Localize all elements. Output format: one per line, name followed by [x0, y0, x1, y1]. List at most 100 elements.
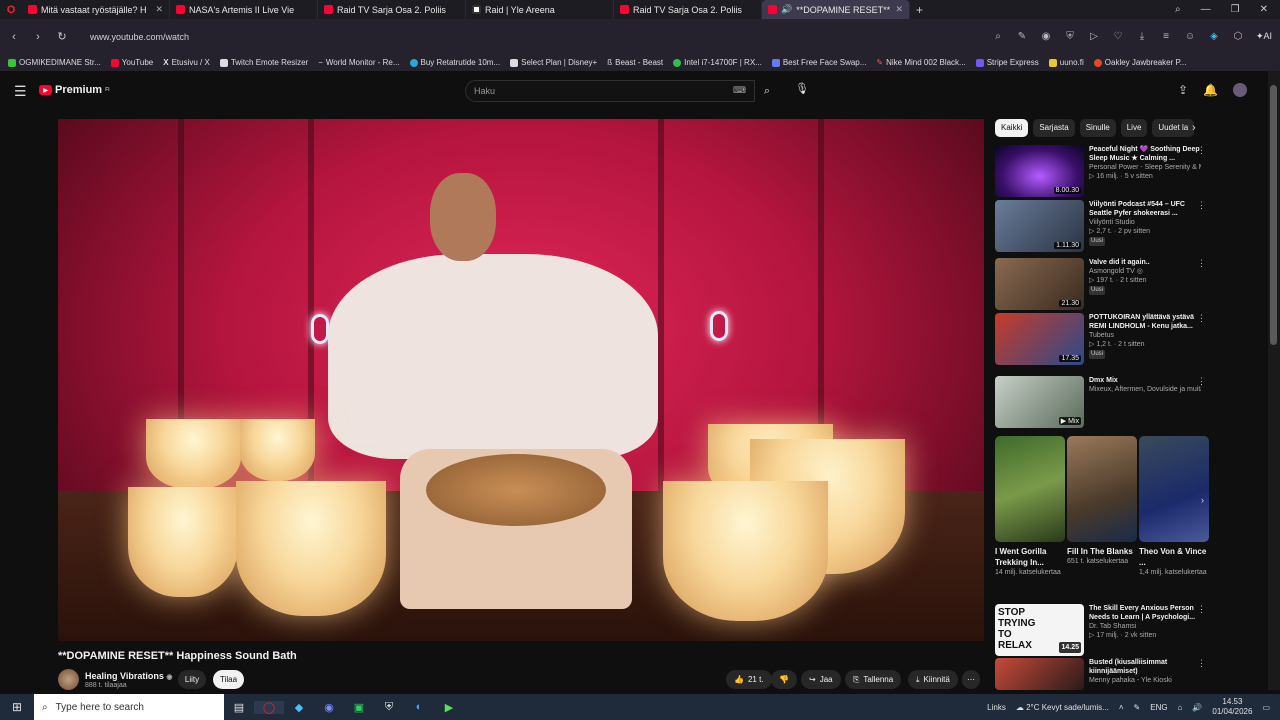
clock[interactable]: 14.53 01/04/2026: [1212, 697, 1252, 717]
short-title[interactable]: I Went Gorilla Trekking In...: [995, 546, 1065, 568]
heart-icon[interactable]: ♡: [1112, 31, 1124, 42]
short-item[interactable]: I Went Gorilla Trekking In... 14 milj. k…: [995, 436, 1065, 578]
upload-icon[interactable]: ⇪: [1178, 83, 1188, 97]
task-view-icon[interactable]: ▤: [224, 701, 254, 714]
recommendation-item[interactable]: Busted (kiusalliisimmat kiinnijäämiset) …: [995, 658, 1210, 690]
taskbar-search-input[interactable]: ⌕ Type here to search: [34, 694, 224, 720]
short-thumbnail[interactable]: [995, 436, 1065, 542]
more-options-icon[interactable]: ⋮: [1197, 200, 1206, 211]
shield-icon[interactable]: ⛨: [1064, 31, 1076, 42]
short-thumbnail[interactable]: [1139, 436, 1209, 542]
media-app-icon[interactable]: ▶: [434, 701, 464, 714]
profile-icon[interactable]: ☺: [1184, 31, 1196, 42]
pen-icon[interactable]: ✎: [1134, 703, 1141, 712]
volume-icon[interactable]: 🔊: [1192, 703, 1202, 712]
browser-tab[interactable]: Raid TV Sarja Osa 2. Poliis: [318, 0, 466, 19]
windows-start-icon[interactable]: ⊞: [0, 700, 34, 714]
more-actions-button[interactable]: ⋯: [962, 670, 980, 689]
bookmark[interactable]: Buy Retatrutide 10m...: [409, 58, 500, 67]
video-thumbnail[interactable]: 17.35: [995, 313, 1084, 365]
bookmark[interactable]: Twitch Emote Resizer: [219, 58, 308, 67]
widgets-app-icon[interactable]: ◆: [284, 701, 314, 714]
pin-button[interactable]: ⤓ Kiinnitä: [908, 670, 958, 689]
extension-icon[interactable]: ◈: [1208, 31, 1220, 42]
network-icon[interactable]: ⌂: [1178, 703, 1183, 712]
video-thumbnail[interactable]: 1.11.30: [995, 200, 1084, 252]
recommendation-item[interactable]: 1.11.30 Viilyönti Podcast #544 – UFC Sea…: [995, 200, 1210, 252]
reload-icon[interactable]: ↻: [56, 30, 68, 43]
dislike-button[interactable]: 👎: [771, 670, 797, 689]
browser-tab[interactable]: Mitä vastaat ryöstäjälle? H ✕: [22, 0, 170, 19]
bookmark[interactable]: uuno.fi: [1048, 58, 1084, 67]
more-options-icon[interactable]: ⋮: [1197, 145, 1206, 156]
join-button[interactable]: Liity: [178, 670, 206, 689]
video-player[interactable]: [58, 119, 984, 641]
more-options-icon[interactable]: ⋮: [1197, 258, 1206, 269]
short-thumbnail[interactable]: [1067, 436, 1137, 542]
browser-tab[interactable]: Raid TV Sarja Osa 2. Poliis: [614, 0, 762, 19]
notification-center-icon[interactable]: ▭: [1262, 703, 1270, 712]
bookmark[interactable]: Stripe Express: [975, 58, 1039, 67]
channel-name[interactable]: Healing Vibrations ◉: [85, 671, 172, 681]
bookmark[interactable]: OGMIKEDIMANE Str...: [8, 58, 101, 67]
minimize-icon[interactable]: —: [1201, 4, 1211, 15]
zoom-icon[interactable]: ⌕: [992, 31, 1004, 42]
rec-channel[interactable]: Viilyönti Studio: [1089, 218, 1201, 227]
notifications-bell-icon[interactable]: 🔔: [1203, 83, 1218, 97]
account-avatar[interactable]: [1233, 83, 1248, 97]
spotify-app-icon[interactable]: ▣: [344, 701, 374, 714]
video-thumbnail[interactable]: 21.30: [995, 258, 1084, 310]
chip-from-series[interactable]: Sarjasta: [1033, 119, 1075, 137]
scrollbar-thumb[interactable]: [1270, 85, 1277, 345]
search-input[interactable]: Haku: [465, 80, 755, 102]
edge-app-icon[interactable]: ◐: [404, 701, 434, 713]
audio-playing-icon[interactable]: 🔊: [781, 4, 792, 15]
share-button[interactable]: ↪ Jaa: [801, 670, 841, 689]
hamburger-menu-icon[interactable]: ☰: [14, 83, 27, 100]
chip-for-you[interactable]: Sinulle: [1079, 119, 1116, 137]
more-options-icon[interactable]: ⋮: [1197, 376, 1206, 387]
close-tab-icon[interactable]: ✕: [155, 4, 163, 15]
bookmark[interactable]: Best Free Face Swap...: [771, 58, 866, 67]
browser-tab[interactable]: NASA's Artemis II Live Vie: [170, 0, 318, 19]
video-thumbnail[interactable]: [995, 658, 1084, 690]
short-item[interactable]: Fill In The Blanks 651 t. katselukertaa: [1067, 436, 1137, 567]
language-indicator[interactable]: ENG: [1150, 703, 1167, 712]
rec-title[interactable]: Busted (kiusalliisimmat kiinnijäämiset): [1089, 658, 1201, 676]
bookmark[interactable]: Select Plan | Disney+: [510, 58, 597, 67]
bookmark[interactable]: ß Beast - Beast: [607, 58, 663, 67]
like-button[interactable]: 👍 21 t.: [726, 670, 772, 689]
chevron-up-icon[interactable]: ˄: [1119, 703, 1124, 712]
subscribe-button[interactable]: Tilaa: [213, 670, 244, 689]
rec-title[interactable]: Valve did it again..: [1089, 258, 1201, 267]
links-toolbar[interactable]: Links: [987, 703, 1006, 712]
search-tabs-icon[interactable]: ⌕: [1175, 4, 1181, 15]
rec-channel[interactable]: Dr. Tab Shamsi: [1089, 622, 1201, 631]
more-options-icon[interactable]: ⋮: [1197, 604, 1206, 615]
more-options-icon[interactable]: ⋮: [1197, 313, 1206, 324]
mix-thumbnail[interactable]: ▶ Mix: [995, 376, 1084, 428]
shorts-next-icon[interactable]: ›: [1201, 495, 1213, 507]
video-thumbnail[interactable]: 8.00.30: [995, 145, 1084, 197]
bookmark[interactable]: − World Monitor - Re...: [318, 58, 399, 67]
video-thumbnail[interactable]: STOP TRYING TO RELAX 14.25: [995, 604, 1084, 656]
rec-channel[interactable]: Mixeux, Aftermen, Dovulside ja muita: [1089, 385, 1201, 394]
send-icon[interactable]: ▷: [1088, 31, 1100, 42]
url-field[interactable]: www.youtube.com/watch: [80, 32, 980, 42]
ai-button[interactable]: ✦AI: [1256, 31, 1272, 42]
search-icon[interactable]: ⌕: [755, 80, 779, 102]
bookmark[interactable]: Intel i7-14700F | RX...: [673, 58, 762, 67]
more-options-icon[interactable]: ⋮: [1197, 658, 1206, 669]
rec-title[interactable]: POTTUKOIRAN yllättävä ystävä REMI LINDHO…: [1089, 313, 1201, 331]
rec-title[interactable]: Peaceful Night 💜 Soothing Deep Sleep Mus…: [1089, 145, 1201, 163]
recommendation-item[interactable]: 8.00.30 Peaceful Night 💜 Soothing Deep S…: [995, 145, 1210, 197]
rec-title[interactable]: Dmx Mix: [1089, 376, 1201, 385]
back-icon[interactable]: ‹: [8, 31, 20, 43]
recommendation-item[interactable]: ▶ Mix Dmx Mix Mixeux, Aftermen, Dovulsid…: [995, 376, 1210, 428]
short-title[interactable]: Fill In The Blanks: [1067, 546, 1137, 557]
new-tab-button[interactable]: +: [916, 3, 923, 17]
youtube-premium-logo[interactable]: ▶ Premium FI: [39, 84, 110, 96]
chip-new[interactable]: Uudet la: [1152, 119, 1195, 137]
rec-channel[interactable]: Menny pahaka - Yle Kioski: [1089, 676, 1201, 685]
bookmark[interactable]: Oakley Jawbreaker P...: [1093, 58, 1186, 67]
